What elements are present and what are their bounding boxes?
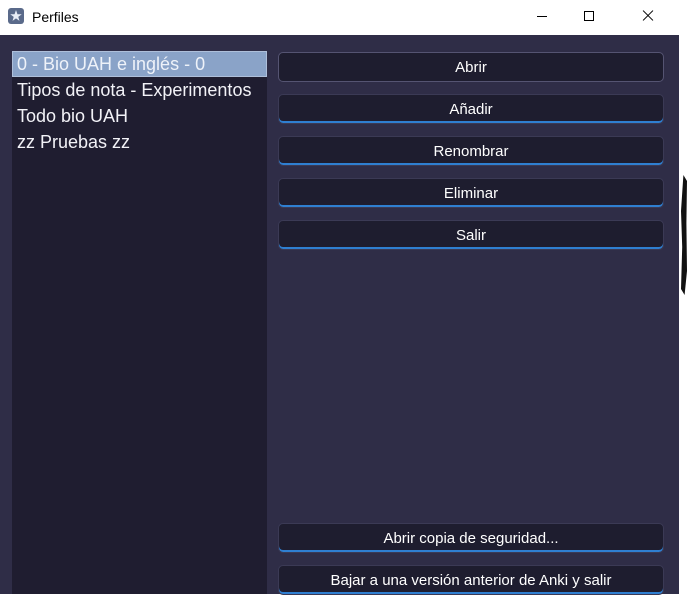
title-bar: Perfiles bbox=[0, 0, 679, 35]
minimize-button[interactable] bbox=[519, 0, 565, 32]
restore-backup-button[interactable]: Abrir copia de seguridad... bbox=[278, 523, 664, 553]
profile-list-item[interactable]: Todo bio UAH bbox=[12, 103, 267, 129]
profile-list-item[interactable]: Tipos de nota - Experimentos bbox=[12, 77, 267, 103]
rename-profile-button[interactable]: Renombrar bbox=[278, 136, 664, 166]
maximize-button[interactable] bbox=[566, 0, 612, 32]
profile-list[interactable]: 0 - Bio UAH e inglés - 0 Tipos de nota -… bbox=[12, 51, 267, 594]
minimize-icon bbox=[537, 15, 547, 17]
maximize-icon bbox=[584, 11, 594, 21]
profile-list-item[interactable]: 0 - Bio UAH e inglés - 0 bbox=[12, 51, 267, 77]
quit-button[interactable]: Salir bbox=[278, 220, 664, 250]
close-button[interactable] bbox=[625, 0, 671, 32]
open-profile-button[interactable]: Abrir bbox=[278, 52, 664, 82]
close-icon bbox=[641, 9, 655, 23]
background-window-edge bbox=[679, 35, 687, 594]
anki-app-icon bbox=[8, 8, 24, 24]
profile-list-item[interactable]: zz Pruebas zz bbox=[12, 129, 267, 155]
downgrade-and-quit-button[interactable]: Bajar a una versión anterior de Anki y s… bbox=[278, 565, 664, 595]
window-title: Perfiles bbox=[32, 9, 79, 25]
add-profile-button[interactable]: Añadir bbox=[278, 94, 664, 124]
delete-profile-button[interactable]: Eliminar bbox=[278, 178, 664, 208]
